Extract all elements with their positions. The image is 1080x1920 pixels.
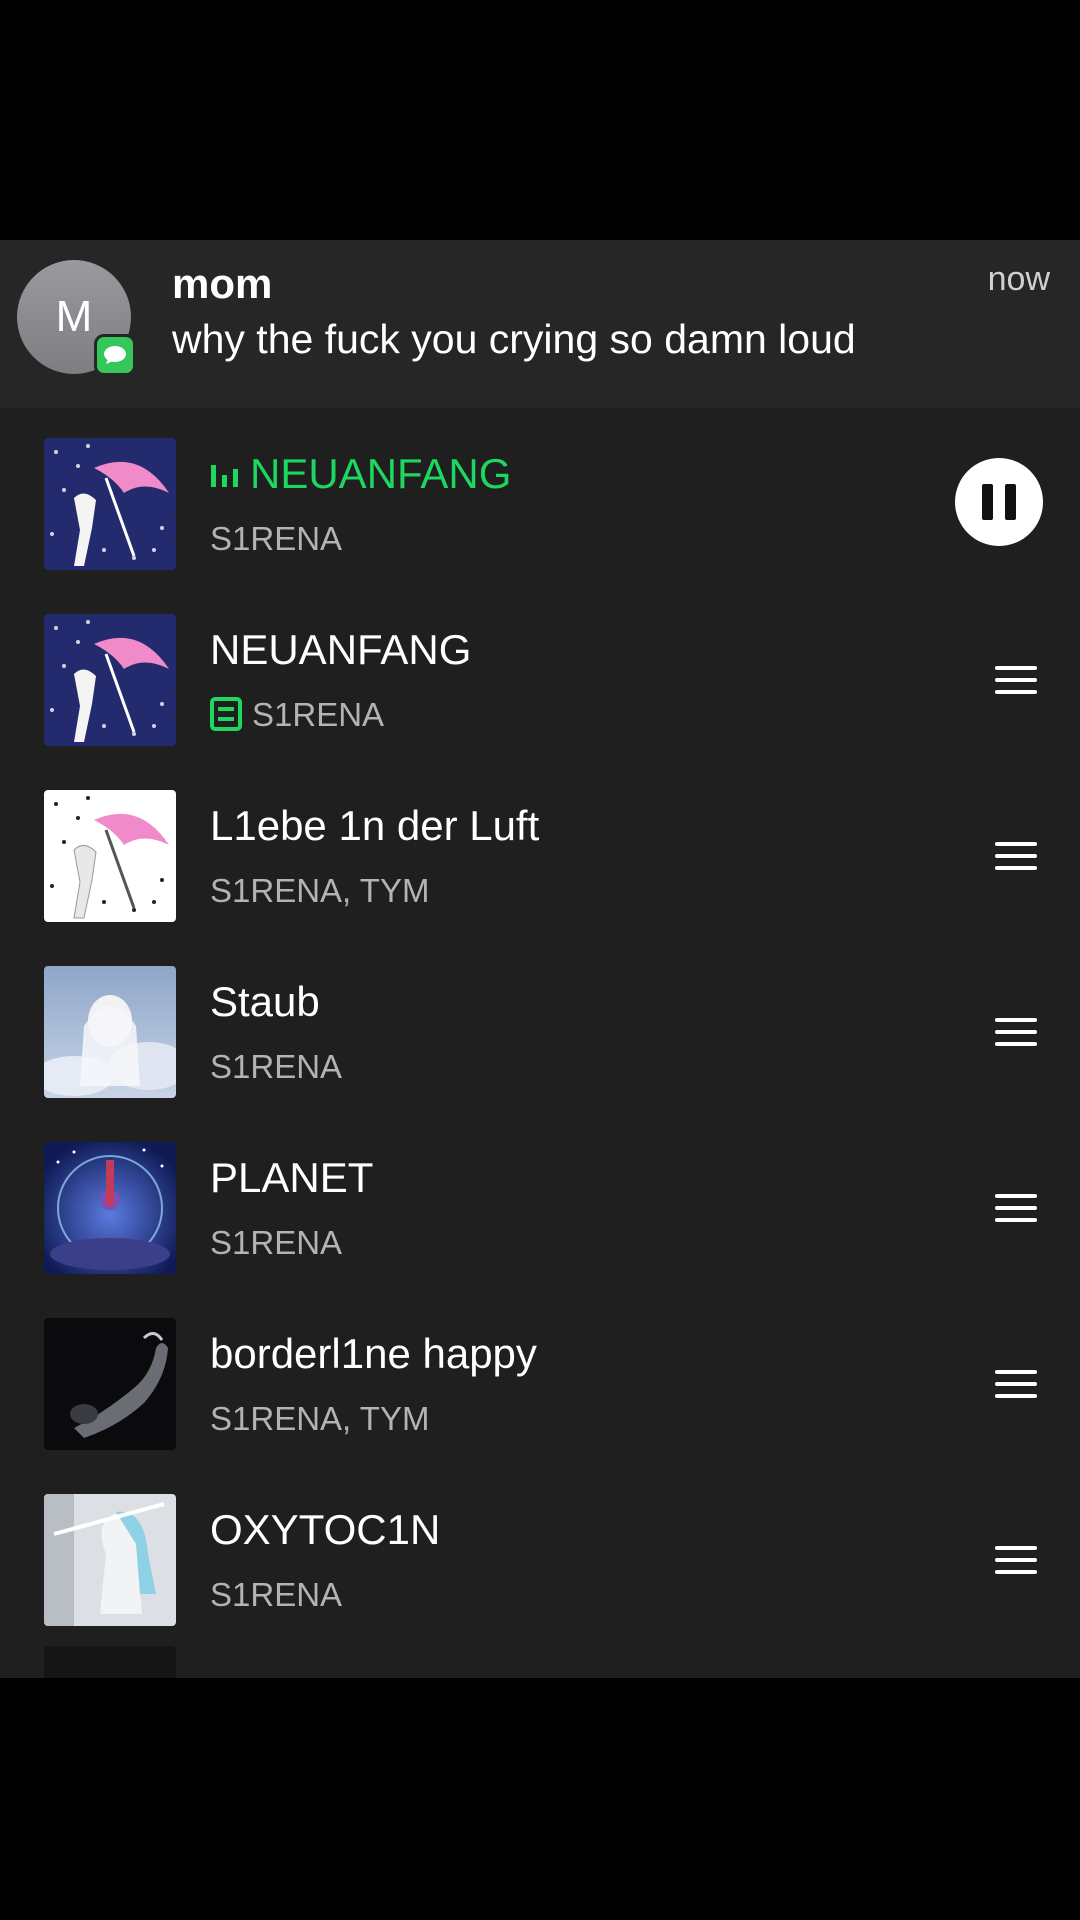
downloaded-icon (210, 697, 242, 731)
equalizer-icon (211, 464, 238, 487)
album-art (44, 1142, 176, 1274)
track-title: OXYTOC1N (210, 1506, 441, 1553)
messages-app-icon (94, 334, 136, 376)
track-row[interactable]: NEUANFANG S1RENA (0, 584, 1080, 760)
album-art (44, 790, 176, 922)
track-artist: S1RENA (252, 696, 385, 733)
pause-icon (982, 484, 993, 520)
notification-message: why the fuck you crying so damn loud (172, 316, 856, 362)
album-art (44, 438, 176, 570)
message-notification[interactable]: M mom why the fuck you crying so damn lo… (0, 240, 1080, 408)
track-title: borderl1ne happy (210, 1330, 537, 1377)
track-title: PLANET (210, 1154, 374, 1201)
drag-handle-icon[interactable] (995, 1018, 1037, 1046)
now-playing-title: NEUANFANG (210, 450, 511, 498)
drag-handle-icon[interactable] (995, 842, 1037, 870)
track-artist: S1RENA, TYM (210, 1400, 430, 1437)
avatar-initial: M (55, 292, 93, 341)
drag-handle-icon[interactable] (995, 1370, 1037, 1398)
notification-sender: mom (172, 260, 273, 307)
album-art (44, 1318, 176, 1450)
player-panel: M mom why the fuck you crying so damn lo… (0, 240, 1080, 1678)
queue-list: NEUANFANG S1RENA NEUANFANG S1RENA L1ebe … (0, 408, 1080, 1640)
track-title: NEUANFANG (250, 450, 512, 497)
track-artist: S1RENA, TYM (210, 872, 430, 909)
notification-time: now (987, 260, 1050, 298)
track-title: L1ebe 1n der Luft (210, 802, 540, 849)
album-art-partial (44, 1646, 176, 1678)
track-title: Staub (210, 978, 320, 1025)
track-artist: S1RENA (210, 520, 343, 557)
pause-button[interactable] (955, 458, 1043, 546)
track-row[interactable]: OXYTOC1N S1RENA (0, 1464, 1080, 1640)
track-row[interactable]: Staub S1RENA (0, 936, 1080, 1112)
track-row[interactable]: L1ebe 1n der Luft S1RENA, TYM (0, 760, 1080, 936)
album-art (44, 1494, 176, 1626)
drag-handle-icon[interactable] (995, 666, 1037, 694)
track-artist: S1RENA (210, 1048, 343, 1085)
drag-handle-icon[interactable] (995, 1546, 1037, 1574)
track-artist: S1RENA (210, 1224, 343, 1261)
track-row[interactable]: PLANET S1RENA (0, 1112, 1080, 1288)
album-art (44, 614, 176, 746)
track-title: NEUANFANG (210, 626, 472, 673)
drag-handle-icon[interactable] (995, 1194, 1037, 1222)
track-artist: S1RENA (210, 1576, 343, 1613)
track-row-now-playing[interactable]: NEUANFANG S1RENA (0, 408, 1080, 584)
track-row[interactable]: borderl1ne happy S1RENA, TYM (0, 1288, 1080, 1464)
album-art (44, 966, 176, 1098)
